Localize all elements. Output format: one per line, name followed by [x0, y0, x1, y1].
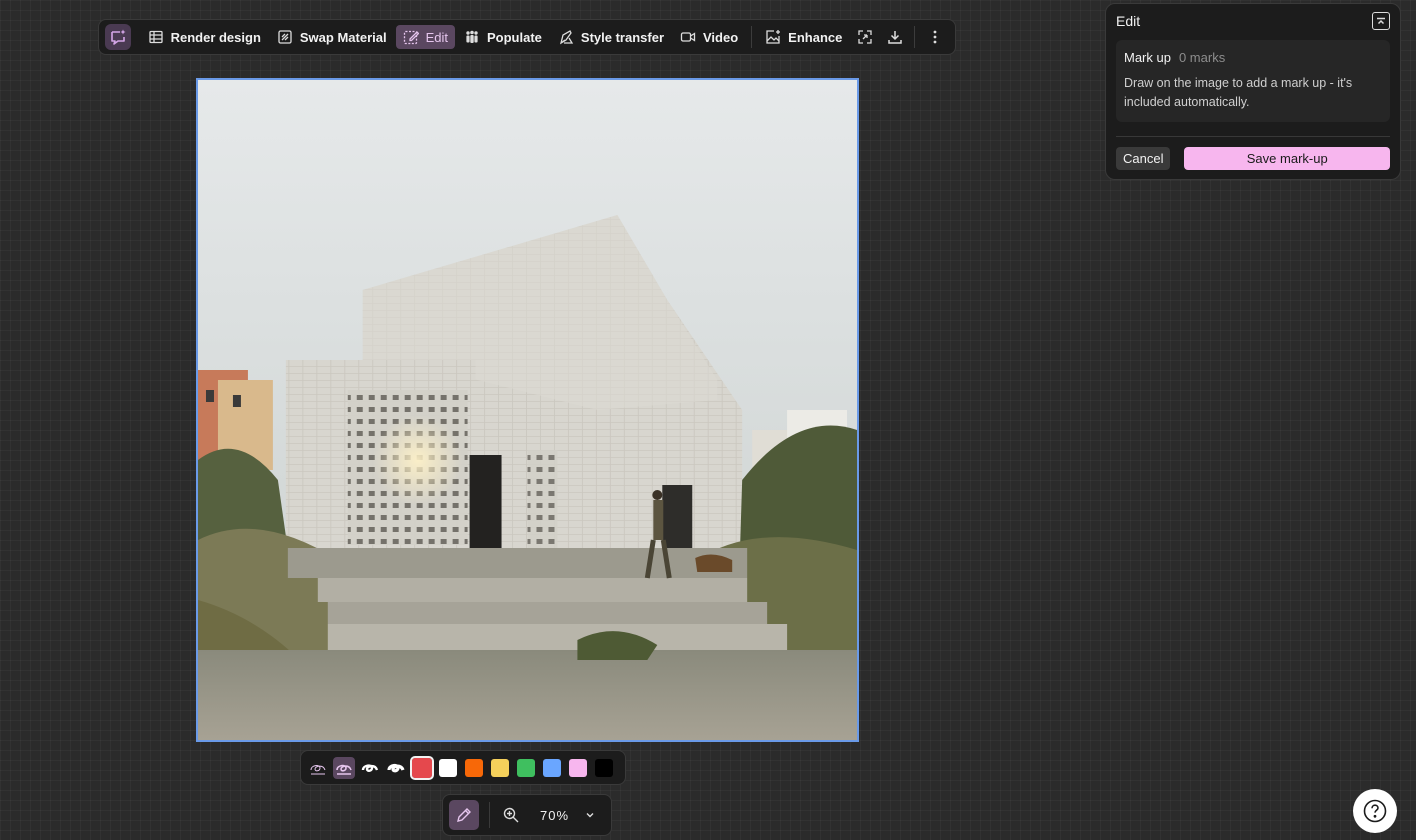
- toolbar-divider: [751, 26, 753, 48]
- top-toolbar: Render design Swap Material Edit Populat…: [98, 19, 956, 55]
- enhance-button[interactable]: Enhance: [758, 25, 849, 49]
- video-label: Video: [703, 29, 739, 45]
- help-icon[interactable]: [1353, 789, 1397, 833]
- color-swatch-blue[interactable]: [541, 757, 563, 779]
- swatch-fill: [517, 758, 535, 777]
- markup-toolbar: [300, 750, 626, 785]
- cancel-button[interactable]: Cancel: [1116, 147, 1171, 170]
- populate-button[interactable]: Populate: [457, 25, 549, 49]
- more-vertical-icon[interactable]: [921, 24, 949, 50]
- style-transfer-button[interactable]: Style transfer: [551, 25, 671, 49]
- swatch-fill: [595, 758, 613, 777]
- edit-panel: Edit Mark up 0 marks Draw on the image t…: [1105, 3, 1401, 180]
- color-swatch-yellow[interactable]: [489, 757, 511, 779]
- enhance-label: Enhance: [788, 29, 843, 45]
- chevron-down-icon[interactable]: [585, 811, 595, 819]
- collapse-panel-icon[interactable]: [1372, 12, 1390, 30]
- brush-size-l-icon[interactable]: [385, 757, 407, 779]
- toolbar-divider-2: [914, 26, 916, 48]
- zoom-in-icon[interactable]: [500, 804, 522, 826]
- render-design-button[interactable]: Render design: [141, 25, 268, 49]
- edit-panel-title: Edit: [1116, 13, 1141, 29]
- grid-icon: [148, 29, 164, 45]
- swatch-fill: [491, 758, 509, 777]
- zoom-level[interactable]: 70%: [540, 808, 569, 823]
- sparkle-chat-icon[interactable]: [105, 24, 131, 50]
- style-transfer-label: Style transfer: [580, 29, 664, 45]
- brush-size-m-icon[interactable]: [359, 757, 381, 779]
- color-swatch-white[interactable]: [437, 757, 459, 779]
- brush-size-s-icon[interactable]: [333, 756, 355, 779]
- markup-info-card: Mark up 0 marks Draw on the image to add…: [1116, 40, 1390, 122]
- swap-material-button[interactable]: Swap Material: [270, 25, 394, 49]
- download-icon[interactable]: [881, 24, 909, 50]
- people-icon: [464, 29, 480, 45]
- edit-button[interactable]: Edit: [395, 25, 455, 49]
- color-swatch-red[interactable]: [410, 755, 434, 780]
- video-icon: [680, 29, 696, 45]
- edit-panel-header: Edit: [1106, 4, 1400, 38]
- render-design-label: Render design: [170, 29, 261, 45]
- enhance-image-icon: [765, 29, 781, 45]
- swatch-fill: [569, 758, 587, 777]
- swap-material-label: Swap Material: [299, 29, 387, 45]
- color-swatch-orange[interactable]: [463, 757, 485, 779]
- edit-pencil-icon: [403, 29, 419, 45]
- swatch-fill: [465, 758, 483, 777]
- populate-label: Populate: [487, 29, 542, 45]
- markup-label: Mark up: [1124, 50, 1171, 65]
- material-icon: [277, 29, 293, 45]
- swatch-fill: [543, 758, 561, 777]
- swatch-fill: [439, 758, 457, 777]
- color-swatch-pink[interactable]: [567, 757, 589, 779]
- video-button[interactable]: Video: [673, 25, 745, 49]
- canvas-image[interactable]: [196, 78, 859, 742]
- expand-icon[interactable]: [851, 24, 879, 50]
- brush-size-xs-icon[interactable]: [307, 757, 329, 779]
- building-photo: [198, 80, 857, 740]
- zoom-divider: [489, 802, 490, 828]
- swatch-fill: [410, 755, 434, 780]
- style-brush-icon: [558, 29, 574, 45]
- save-markup-button[interactable]: Save mark-up: [1184, 147, 1390, 170]
- markup-count: 0 marks: [1178, 50, 1226, 65]
- pencil-draw-icon[interactable]: [449, 800, 479, 830]
- markup-description: Draw on the image to add a mark up - it'…: [1124, 76, 1353, 109]
- edit-panel-actions: Cancel Save mark-up: [1106, 137, 1400, 170]
- color-swatch-black[interactable]: [593, 757, 615, 779]
- color-swatch-green[interactable]: [515, 757, 537, 779]
- zoom-toolbar: 70%: [442, 794, 612, 836]
- edit-label: Edit: [425, 29, 448, 45]
